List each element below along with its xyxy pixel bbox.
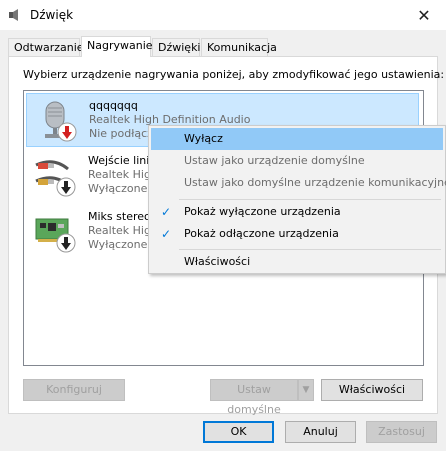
menu-separator (179, 249, 441, 250)
sound-card-icon (35, 218, 76, 253)
menu-item-disable[interactable]: Wyłącz (151, 128, 443, 150)
line-in-cable-icon (35, 160, 76, 197)
device-status: Wyłączone, (88, 182, 151, 195)
microphone-icon (45, 101, 77, 142)
apply-button[interactable]: Zastosuj (366, 421, 437, 443)
checkmark-icon: ✓ (160, 227, 172, 241)
device-status: Wyłączone (88, 238, 148, 251)
tab-communications[interactable]: Komunikacja (201, 38, 277, 56)
device-status: Nie podłącz (89, 127, 153, 140)
red-down-arrow-badge (57, 122, 77, 142)
tab-recording[interactable]: Nagrywanie (81, 36, 153, 57)
black-down-arrow-badge (56, 177, 76, 197)
speaker-icon (9, 9, 18, 21)
device-name: Miks stereo (88, 210, 151, 223)
menu-item-properties[interactable]: Właściwości (151, 251, 443, 273)
properties-button[interactable]: Właściwości (321, 379, 423, 401)
device-name: Wejście lini (88, 154, 150, 167)
close-button[interactable]: ✕ (410, 3, 438, 27)
window-title: Dźwięk (30, 8, 74, 22)
close-icon: ✕ (417, 5, 431, 25)
cancel-button[interactable]: Anuluj (285, 421, 356, 443)
menu-item-set-default-communication[interactable]: Ustaw jako domyślne urządzenie komunikac… (151, 172, 446, 194)
device-name: qqqqqqq (89, 99, 138, 112)
title-bar: Dźwięk ✕ (0, 0, 446, 30)
tab-playback[interactable]: Odtwarzanie (8, 38, 84, 56)
menu-item-set-default[interactable]: Ustaw jako urządzenie domyślne (151, 150, 443, 172)
menu-separator (179, 199, 441, 200)
menu-item-label: Wyłącz (184, 132, 223, 145)
menu-item-show-disconnected[interactable]: ✓ Pokaż odłączone urządzenia (151, 223, 443, 245)
menu-item-label: Pokaż wyłączone urządzenia (184, 205, 341, 218)
menu-item-label: Właściwości (184, 255, 251, 268)
chevron-down-icon: ▼ (302, 385, 310, 395)
black-down-arrow-badge (56, 233, 76, 253)
ok-button[interactable]: OK (203, 421, 274, 443)
tab-sounds[interactable]: Dźwięki (152, 38, 201, 56)
context-menu: Wyłącz Ustaw jako urządzenie domyślne Us… (148, 125, 446, 274)
instruction-text: Wybierz urządzenie nagrywania poniżej, a… (23, 68, 445, 81)
menu-item-label: Pokaż odłączone urządzenia (184, 227, 339, 240)
menu-item-label: Ustaw jako domyślne urządzenie komunikac… (184, 176, 446, 189)
configure-button[interactable]: Konfiguruj (23, 379, 125, 401)
set-default-dropdown[interactable]: ▼ (298, 379, 314, 401)
set-default-button[interactable]: Ustaw domyślne (210, 379, 298, 416)
menu-item-label: Ustaw jako urządzenie domyślne (184, 154, 365, 167)
menu-item-show-disabled[interactable]: ✓ Pokaż wyłączone urządzenia (151, 201, 443, 223)
checkmark-icon: ✓ (160, 205, 172, 219)
